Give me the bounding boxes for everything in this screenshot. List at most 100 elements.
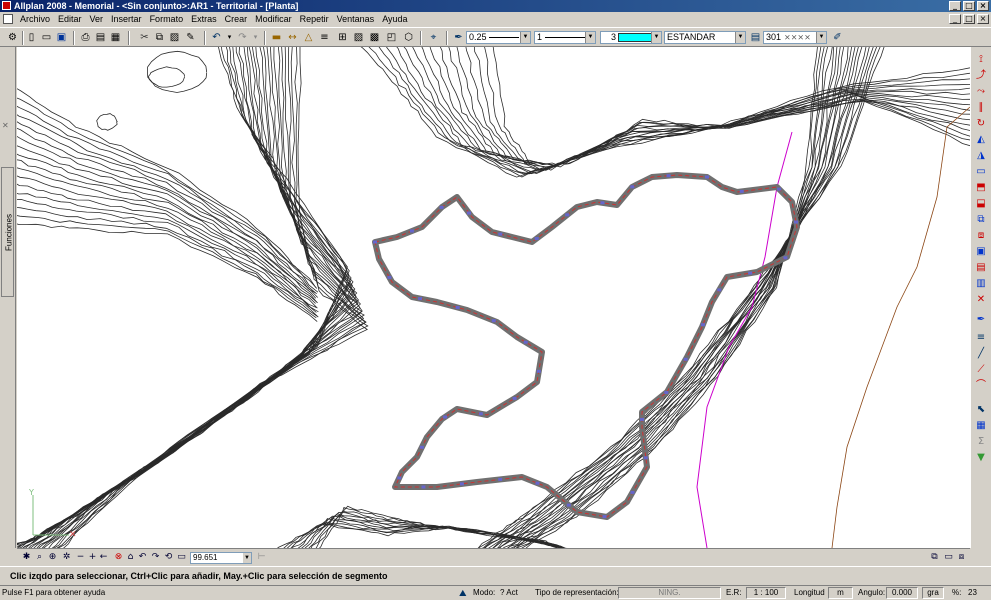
curve-icon[interactable]: ⌒ — [974, 379, 988, 393]
hatch-style-select[interactable]: 301 ⨯⨯⨯⨯ ▼ — [763, 31, 827, 44]
doc-restore-button[interactable]: □ — [963, 14, 975, 24]
doc-close-button[interactable]: × — [977, 14, 989, 24]
zoom-icon[interactable]: ⌕ — [34, 552, 45, 563]
region-vertex[interactable] — [491, 319, 496, 323]
open-folder-icon[interactable]: ▭ — [40, 31, 53, 44]
mirror-icon[interactable]: ◭ — [974, 133, 988, 147]
layer-select[interactable]: ESTANDAR ▼ — [664, 31, 746, 44]
region-vertex[interactable] — [535, 481, 540, 485]
region-vertex[interactable] — [643, 456, 648, 460]
format-painter-icon[interactable]: ✎ — [184, 31, 197, 44]
angle-value[interactable]: 0.000 — [886, 587, 918, 599]
lines-icon[interactable]: ≡ — [974, 331, 988, 345]
region-vertex[interactable] — [794, 220, 798, 224]
copy-icon[interactable]: ⧉ — [153, 31, 166, 44]
distort-icon[interactable]: ▭ — [974, 165, 988, 179]
zoom-window-icon[interactable]: ⊕ — [47, 552, 58, 563]
region-vertex[interactable] — [565, 213, 570, 217]
zoom-out-icon[interactable]: − — [75, 552, 86, 563]
region-vertex[interactable] — [783, 256, 788, 260]
image-icon[interactable]: ▨ — [352, 31, 365, 44]
render-icon[interactable]: ◰ — [385, 31, 398, 44]
redo-dropdown-icon[interactable]: ▾ — [249, 31, 262, 44]
region-vertex[interactable] — [443, 415, 448, 419]
region-vertex[interactable] — [421, 485, 426, 489]
region-vertex[interactable] — [666, 174, 671, 178]
picture-icon[interactable]: ▩ — [368, 31, 381, 44]
pen-format-icon[interactable]: ✐ — [831, 31, 844, 44]
print-preview-icon[interactable]: ▤ — [94, 31, 107, 44]
cut-icon[interactable]: ✂ — [138, 31, 151, 44]
delete-icon[interactable]: ✕ — [974, 293, 988, 307]
menu-repetir[interactable]: Repetir — [296, 14, 333, 24]
region-vertex[interactable] — [397, 476, 402, 480]
snap-icon[interactable]: ✱ — [21, 552, 32, 563]
window-tile-icon[interactable]: ⧉ — [929, 552, 940, 563]
region-vertex[interactable] — [717, 288, 722, 292]
paste-icon[interactable]: ▨ — [168, 31, 181, 44]
region-vertex[interactable] — [409, 229, 414, 233]
region-vertex[interactable] — [455, 306, 460, 309]
eyedropper-icon[interactable]: ✒ — [452, 31, 465, 44]
text-tool-icon[interactable]: ▬ — [270, 31, 283, 44]
menu-extras[interactable]: Extras — [187, 14, 221, 24]
transfer-icon[interactable]: ⧈ — [974, 229, 988, 243]
redo-icon[interactable]: ↷ — [236, 31, 249, 44]
layer-settings-icon[interactable]: ▤ — [749, 31, 762, 44]
pin-icon[interactable]: ✕ — [2, 121, 9, 130]
menu-insertar[interactable]: Insertar — [107, 14, 146, 24]
angle-unit[interactable]: gra — [922, 587, 944, 599]
folder-view-icon[interactable]: ▭ — [176, 552, 187, 563]
level-icon[interactable]: △ — [302, 31, 315, 44]
move-icon[interactable]: ⤴ — [974, 69, 988, 83]
region-vertex[interactable] — [373, 240, 377, 244]
region-vertex[interactable] — [498, 477, 503, 481]
stretch-icon[interactable]: ⬓ — [974, 197, 988, 211]
menu-ventanas[interactable]: Ventanas — [333, 14, 379, 24]
close-button[interactable]: × — [977, 1, 989, 11]
drawing-canvas[interactable]: Y ✕ — [17, 47, 970, 548]
calculator-icon[interactable]: ▦ — [974, 419, 988, 433]
region-vertex[interactable] — [705, 175, 709, 179]
line-tool-icon[interactable]: ╱ — [974, 347, 988, 361]
sum-icon[interactable]: Σ — [974, 435, 988, 449]
region-vertex[interactable] — [739, 189, 744, 193]
scale-icon[interactable]: ⬒ — [974, 181, 988, 195]
maximize-button[interactable]: □ — [963, 1, 975, 11]
parallel-icon[interactable]: ∥ — [974, 101, 988, 115]
region-vertex[interactable] — [683, 357, 688, 361]
view-rotate-icon[interactable]: ⟲ — [163, 552, 174, 563]
redraw-icon[interactable]: ⊗ — [113, 552, 124, 563]
print-icon[interactable]: ⎙ — [79, 31, 92, 44]
pan-left-icon[interactable]: ← — [98, 552, 109, 563]
region-vertex[interactable] — [566, 503, 571, 507]
menu-ayuda[interactable]: Ayuda — [378, 14, 411, 24]
region-vertex[interactable] — [478, 412, 483, 416]
scale-value[interactable]: 1 : 100 — [746, 587, 786, 599]
region-vertex[interactable] — [630, 490, 635, 494]
region-vertex[interactable] — [523, 340, 528, 344]
region-vertex[interactable] — [459, 482, 464, 486]
funciones-tab[interactable]: Funciones — [1, 167, 14, 297]
layout-icon[interactable]: ▦ — [109, 31, 122, 44]
region-vertex[interactable] — [498, 232, 503, 236]
region-vertex[interactable] — [700, 323, 705, 327]
menu-crear[interactable]: Crear — [221, 14, 252, 24]
menu-formato[interactable]: Formato — [146, 14, 188, 24]
region-vertex[interactable] — [536, 369, 541, 373]
3d-box-icon[interactable]: ⬡ — [402, 31, 415, 44]
menu-ver[interactable]: Ver — [86, 14, 108, 24]
undo-dropdown-icon[interactable]: ▾ — [223, 31, 236, 44]
tools-icon[interactable]: ⚙ — [6, 31, 19, 44]
document-icon[interactable] — [3, 14, 13, 24]
region-vertex[interactable] — [467, 211, 471, 215]
pin-view-icon[interactable]: ⊢ — [256, 552, 267, 563]
length-unit[interactable]: m — [828, 587, 853, 599]
dimension-icon[interactable]: ↔ — [286, 31, 299, 44]
save-icon[interactable]: ▣ — [55, 31, 68, 44]
zoom-scale-select[interactable]: 99.651 ▼ — [190, 552, 252, 564]
view-previous-icon[interactable]: ↶ — [137, 552, 148, 563]
region-vertex[interactable] — [419, 445, 424, 449]
color-select[interactable]: 3 ▼ — [600, 31, 662, 44]
copy-function-icon[interactable]: ⤳ — [974, 85, 988, 99]
